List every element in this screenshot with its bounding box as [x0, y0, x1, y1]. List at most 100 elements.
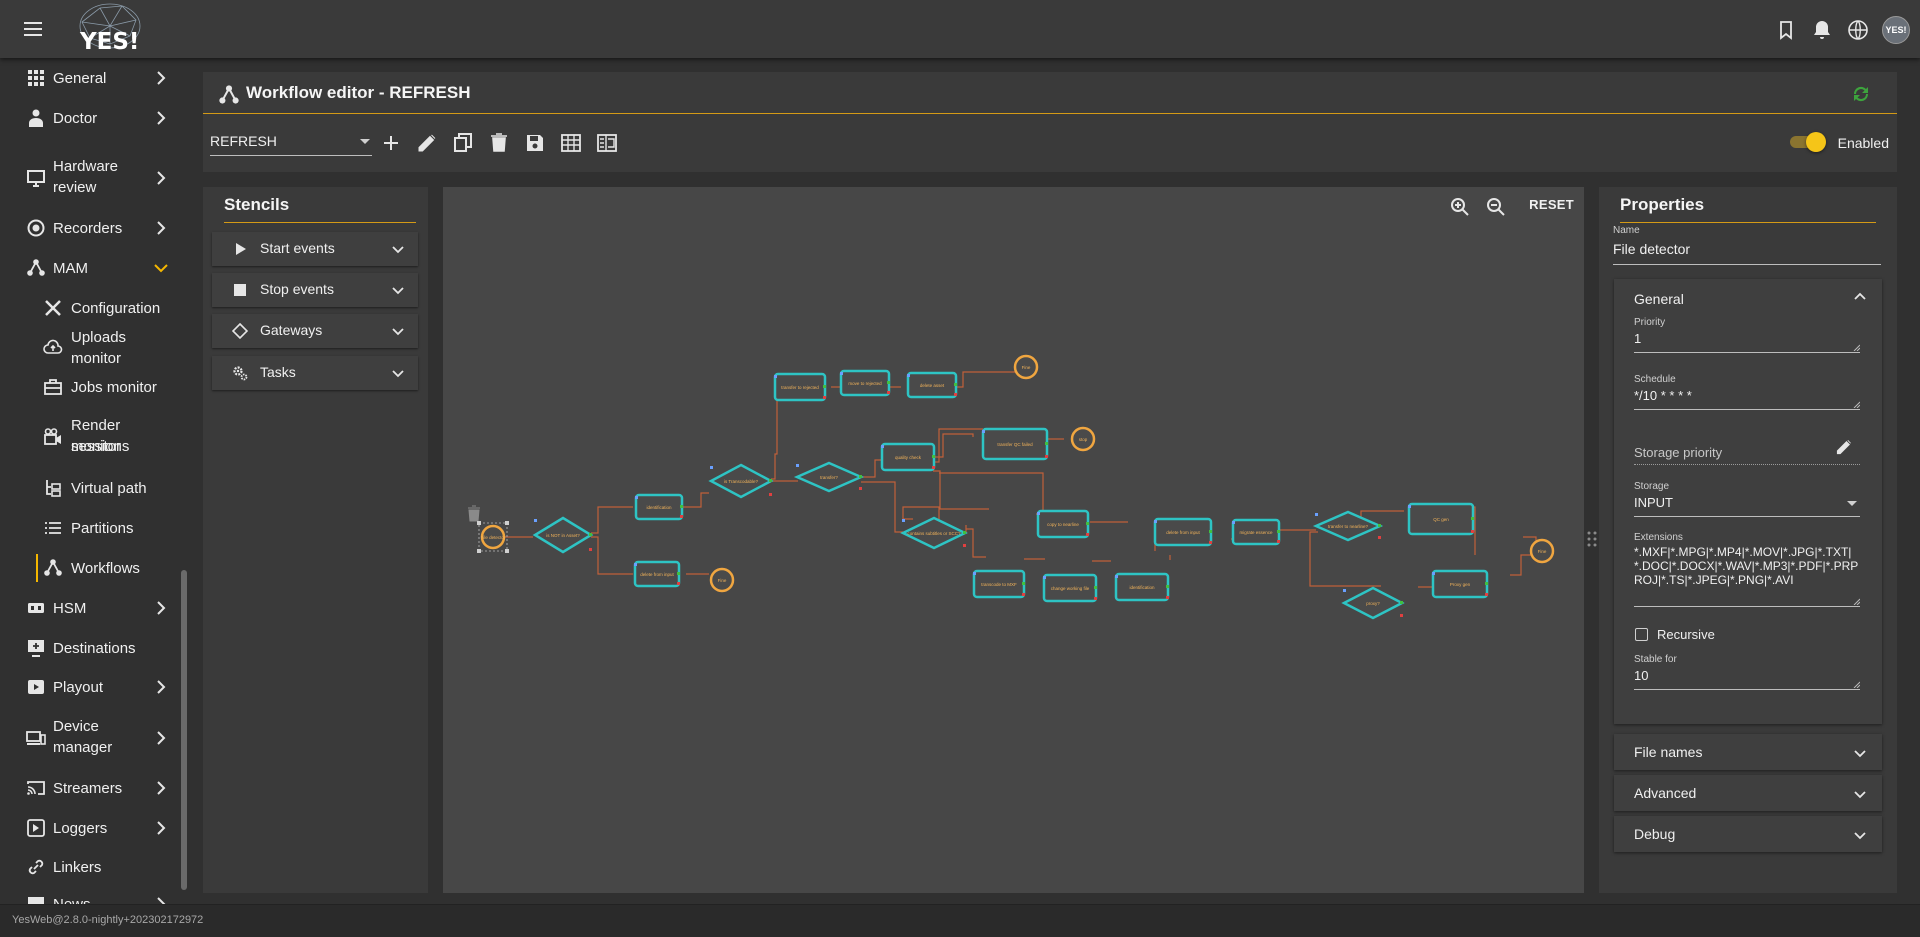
- chevron-right-icon: [157, 171, 166, 185]
- doctor-icon: [29, 109, 43, 127]
- chevron-up-icon[interactable]: [1852, 289, 1868, 305]
- stencil-tasks[interactable]: Tasks: [212, 356, 418, 390]
- sidebar-item-streamers[interactable]: Streamers: [0, 776, 180, 800]
- sidebar-item-linkers[interactable]: Linkers: [0, 855, 180, 879]
- save-icon[interactable]: [523, 131, 547, 155]
- sidebar-item-hardware-review[interactable]: Hardware review: [0, 156, 180, 200]
- menu-icon[interactable]: [20, 17, 46, 41]
- name-value: File detector: [1613, 241, 1691, 257]
- diagram-node-gateway[interactable]: transfer?: [793, 461, 865, 493]
- stencil-stop-events[interactable]: Stop events: [212, 273, 418, 307]
- workflow-select[interactable]: REFRESH: [210, 128, 372, 156]
- sidebar-item-recorders[interactable]: Recorders: [0, 216, 180, 240]
- workflow-diagram: File detector is NOT in Asset? identificat…: [468, 354, 1555, 620]
- general-section-title: General: [1634, 291, 1684, 307]
- tools-icon: [45, 300, 61, 316]
- diagram-node-task[interactable]: migrate essence: [1231, 518, 1281, 546]
- panel-resize-handle-icon[interactable]: [1585, 530, 1599, 548]
- diagram-node-task[interactable]: identification: [1114, 572, 1170, 602]
- storage-select[interactable]: INPUT: [1634, 493, 1860, 515]
- enabled-toggle[interactable]: [1790, 132, 1826, 152]
- selection-handle[interactable]: [505, 521, 509, 525]
- recursive-checkbox[interactable]: [1635, 628, 1648, 641]
- stable-for-field[interactable]: 10: [1634, 666, 1860, 688]
- diagram-node-event[interactable]: Fine: [709, 567, 735, 593]
- diagram-node-gateway[interactable]: proxy?: [1341, 586, 1405, 620]
- sidebar-item-destinations[interactable]: Destinations: [0, 636, 180, 660]
- selection-handle[interactable]: [477, 549, 481, 553]
- diagram-node-task[interactable]: move to rejected: [839, 369, 891, 397]
- sidebar-scrollbar[interactable]: [181, 570, 187, 890]
- globe-icon[interactable]: [1846, 18, 1870, 42]
- grid-icon: [28, 70, 44, 86]
- advanced-section[interactable]: Advanced: [1614, 775, 1882, 811]
- sidebar-item-device-manager[interactable]: Device manager: [0, 716, 180, 760]
- diagram-node-task[interactable]: transfer QC failed: [981, 427, 1049, 461]
- diagram-node-task[interactable]: Proxy gen: [1431, 569, 1489, 599]
- bookmark-icon[interactable]: [1774, 18, 1798, 42]
- debug-section[interactable]: Debug: [1614, 816, 1882, 852]
- sidebar-item-workflows[interactable]: Workflows: [0, 556, 180, 580]
- diagram-node-event[interactable]: File detector: [481, 524, 506, 550]
- layout-icon[interactable]: [595, 131, 619, 155]
- sidebar-item-uploads-monitor[interactable]: Uploads monitor: [0, 329, 180, 367]
- sidebar-item-general[interactable]: General: [0, 66, 180, 90]
- node-output-port: [589, 548, 592, 551]
- table-icon[interactable]: [559, 131, 583, 155]
- diagram-node-event[interactable]: Fine: [1013, 354, 1039, 380]
- priority-value: 1: [1634, 331, 1642, 346]
- priority-field[interactable]: 1: [1634, 329, 1860, 351]
- diagram-node-task[interactable]: delete from input: [633, 560, 681, 588]
- workflow-icon: [219, 85, 239, 104]
- sidebar-item-playout[interactable]: Playout: [0, 675, 180, 699]
- sidebar-item-configuration[interactable]: Configuration: [0, 296, 180, 320]
- diagram-node-task[interactable]: delete asset: [906, 371, 958, 399]
- diagram-node-gateway[interactable]: transfer to nearline?: [1312, 510, 1384, 542]
- schedule-field[interactable]: */10 * * * *: [1634, 386, 1860, 408]
- sidebar-item-jobs-monitor[interactable]: Jobs monitor: [0, 375, 180, 399]
- sidebar-item-render-sessions-monitor[interactable]: Render sessions monitor: [0, 415, 180, 459]
- diagram-node-task[interactable]: transcode to MXF: [972, 569, 1026, 599]
- extensions-field[interactable]: *.MXF|*.MPG|*.MP4|*.MOV|*.JPG|*.TXT| *.D…: [1634, 545, 1860, 605]
- name-field[interactable]: File detector: [1613, 238, 1881, 262]
- node-input-port: [1232, 521, 1235, 524]
- diagram-node-task[interactable]: delete from input: [1153, 517, 1213, 547]
- diagram-node-task[interactable]: copy to nearline: [1036, 509, 1090, 539]
- copy-icon[interactable]: [451, 131, 475, 155]
- sidebar-item-partitions[interactable]: Partitions: [0, 516, 180, 540]
- diagram-node-task[interactable]: identification: [634, 493, 684, 521]
- diagram-node-task[interactable]: QC gen: [1407, 502, 1475, 536]
- stencil-start-events[interactable]: Start events: [212, 232, 418, 266]
- diagram-node-event[interactable]: Fine: [1529, 538, 1555, 564]
- edit-icon[interactable]: [415, 131, 439, 155]
- sidebar-item-mam[interactable]: MAM: [0, 256, 180, 280]
- edit-icon[interactable]: [1834, 437, 1854, 457]
- trash-icon[interactable]: [468, 505, 480, 522]
- diagram-node-event[interactable]: stop: [1070, 426, 1096, 452]
- diagram-node-gateway[interactable]: is Transcodable?: [708, 463, 774, 499]
- diagram-node-task[interactable]: change working file: [1042, 573, 1098, 603]
- add-icon[interactable]: [379, 131, 403, 155]
- selection-handle[interactable]: [505, 549, 509, 553]
- file-names-section[interactable]: File names: [1614, 734, 1882, 770]
- sidebar-item-news[interactable]: News: [0, 892, 180, 904]
- sidebar-item-label: Workflows: [71, 559, 140, 577]
- diagram-node-gateway[interactable]: is NOT in Asset?: [532, 516, 594, 554]
- diagram-node-task[interactable]: transfer to rejected: [773, 372, 827, 402]
- workflow-canvas[interactable]: RESET File detector is NOT in Asset? ide…: [443, 187, 1584, 893]
- node-ok-port: [1094, 586, 1097, 589]
- sidebar-item-doctor[interactable]: Doctor: [0, 106, 180, 130]
- selection-handle[interactable]: [477, 521, 481, 525]
- sidebar-item-loggers[interactable]: Loggers: [0, 816, 180, 840]
- sidebar-item-virtual-path[interactable]: Virtual path: [0, 476, 180, 500]
- user-avatar[interactable]: YES!: [1882, 16, 1910, 44]
- sidebar-item-hsm[interactable]: HSM: [0, 596, 180, 620]
- node-input-port: [635, 496, 638, 499]
- sync-icon[interactable]: [1849, 82, 1873, 106]
- storage-priority-label: Storage priority: [1634, 445, 1723, 460]
- diagram-node-task[interactable]: quality check: [880, 442, 936, 472]
- delete-icon[interactable]: [487, 131, 511, 155]
- bell-icon[interactable]: [1810, 18, 1834, 42]
- stencil-gateways[interactable]: Gateways: [212, 314, 418, 348]
- diagram-node-gateway[interactable]: contains subtitles or SCC?: [900, 516, 968, 550]
